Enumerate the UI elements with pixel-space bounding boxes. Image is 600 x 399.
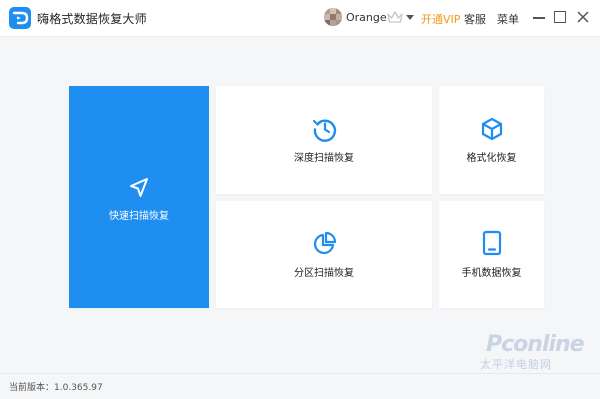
service-link[interactable]: 客服 <box>464 11 486 27</box>
version-text: 当前版本：1.0.365.97 <box>9 383 103 393</box>
history-clock-icon <box>312 119 337 142</box>
close-button[interactable] <box>574 8 592 26</box>
phone-label: 手机数据恢复 <box>461 268 522 279</box>
crown-icon <box>387 9 403 23</box>
cube-icon <box>481 117 503 141</box>
maximize-button[interactable] <box>551 8 569 26</box>
pie-chart-icon <box>314 231 337 254</box>
app-title: 嗨格式数据恢复大师 <box>37 12 147 26</box>
username[interactable]: Orange <box>346 11 387 24</box>
maximize-icon <box>554 11 566 23</box>
chevron-down-icon[interactable] <box>406 15 414 20</box>
partition-card[interactable]: 分区扫描恢复 <box>216 201 432 308</box>
menu-link[interactable]: 菜单 <box>497 11 519 27</box>
deep-scan-label: 深度扫描恢复 <box>294 153 354 164</box>
watermark-subtitle: 太平洋电脑网 <box>480 358 552 371</box>
vip-link[interactable]: 开通VIP <box>421 11 460 27</box>
mobile-phone-icon <box>482 230 502 256</box>
format-card[interactable]: 格式化恢复 <box>439 86 544 194</box>
close-icon <box>577 11 589 23</box>
partition-label: 分区扫描恢复 <box>294 268 354 279</box>
quick-scan-label: 快速扫描恢复 <box>109 211 169 222</box>
minimize-button[interactable] <box>530 8 548 26</box>
deep-scan-card[interactable]: 深度扫描恢复 <box>216 86 432 194</box>
app-logo-icon <box>9 7 31 29</box>
status-bar: 当前版本：1.0.365.97 <box>0 373 600 399</box>
title-bar: 嗨格式数据恢复大师 Orange 开通VIP 客服 菜单 <box>0 0 600 37</box>
phone-card[interactable]: 手机数据恢复 <box>439 201 544 308</box>
watermark-brand: Pconline <box>486 332 585 357</box>
avatar[interactable] <box>324 8 342 26</box>
navigation-arrow-icon <box>130 178 148 197</box>
minimize-icon <box>533 17 545 19</box>
quick-scan-card[interactable]: 快速扫描恢复 <box>69 86 209 308</box>
format-label: 格式化恢复 <box>466 153 517 164</box>
